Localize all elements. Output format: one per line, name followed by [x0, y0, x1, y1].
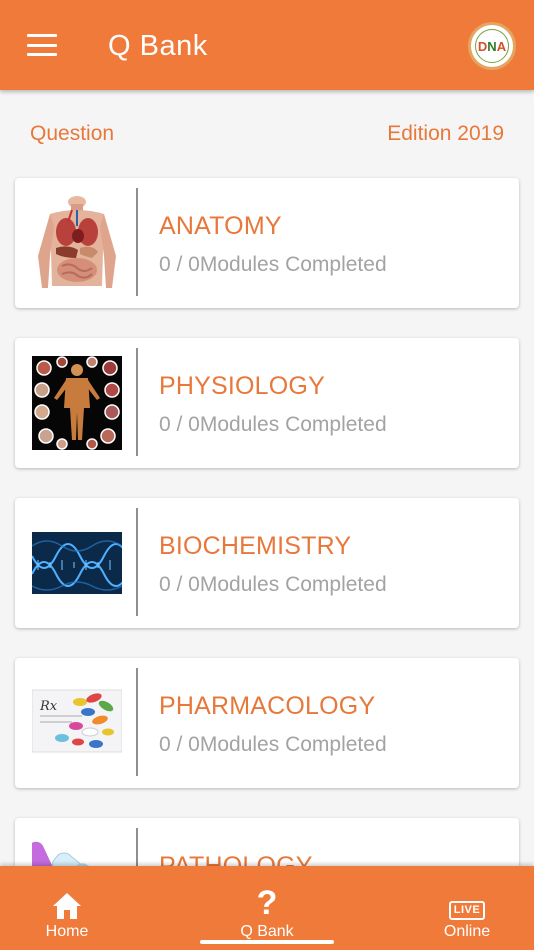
subheader-question-label: Question: [30, 122, 115, 145]
dna-logo[interactable]: DNA: [468, 22, 516, 70]
nav-home-label: Home: [45, 923, 89, 940]
card-divider: [136, 348, 138, 456]
subject-card-pharmacology[interactable]: Rx PHARMACOLOGY 0 / 0Modules Completed: [15, 658, 519, 788]
subject-progress: 0 / 0Modules Completed: [159, 413, 387, 436]
anatomy-image: [32, 196, 122, 290]
subject-progress: 0 / 0Modules Completed: [159, 733, 387, 756]
pills-image: Rx: [32, 676, 122, 770]
subject-card-physiology[interactable]: PHYSIOLOGY 0 / 0Modules Completed: [15, 338, 519, 468]
subject-card-anatomy[interactable]: ANATOMY 0 / 0Modules Completed: [15, 178, 519, 308]
nav-online-label: Online: [443, 923, 491, 940]
question-mark-icon: ?: [256, 884, 278, 922]
live-icon: LIVE: [448, 880, 486, 920]
card-divider: [136, 188, 138, 296]
nav-qbank-label: Q Bank: [240, 923, 294, 940]
subheader: Question Edition 2019: [30, 122, 504, 146]
subject-name: PHARMACOLOGY: [159, 692, 376, 720]
card-divider: [136, 668, 138, 776]
page-title: Q Bank: [108, 30, 208, 62]
nav-online[interactable]: LIVE Online: [402, 866, 532, 950]
svg-text:Rx: Rx: [39, 699, 58, 714]
subject-progress: 0 / 0Modules Completed: [159, 573, 387, 596]
active-tab-indicator: [200, 940, 334, 944]
subject-progress: 0 / 0Modules Completed: [159, 253, 387, 276]
subject-name: ANATOMY: [159, 212, 282, 240]
dna-helix-image: [32, 516, 122, 610]
physiology-image: [32, 356, 122, 450]
hamburger-menu-icon[interactable]: [27, 34, 57, 56]
bottom-navigation: Home ? Q Bank LIVE Online: [0, 866, 534, 950]
subject-card-biochemistry[interactable]: BIOCHEMISTRY 0 / 0Modules Completed: [15, 498, 519, 628]
app-header: Q Bank DNA: [0, 0, 534, 90]
subheader-edition-label: Edition 2019: [387, 122, 504, 145]
subject-name: PHYSIOLOGY: [159, 372, 325, 400]
live-badge: LIVE: [448, 901, 486, 920]
home-icon: [52, 880, 82, 920]
subject-name: BIOCHEMISTRY: [159, 532, 352, 560]
nav-qbank[interactable]: ? Q Bank: [202, 866, 332, 950]
logo-text: DNA: [475, 29, 509, 63]
nav-home[interactable]: Home: [2, 866, 132, 950]
card-divider: [136, 508, 138, 616]
